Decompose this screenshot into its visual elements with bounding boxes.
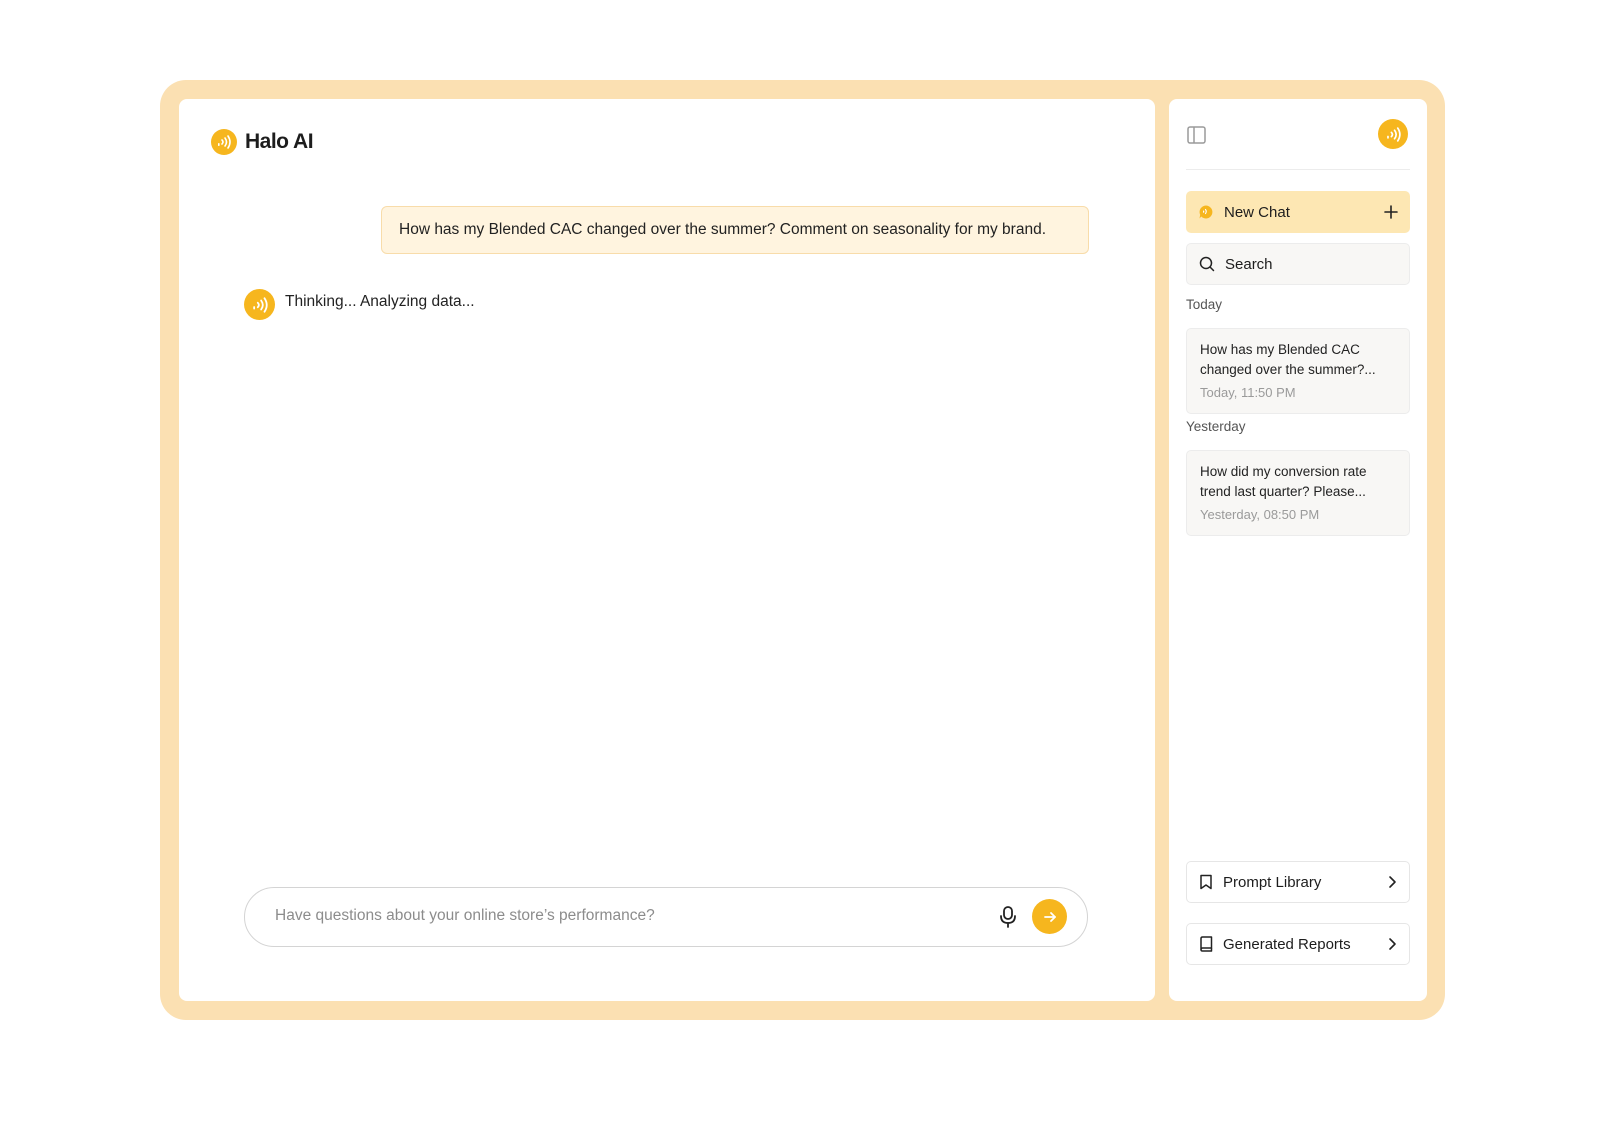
new-chat-label: New Chat bbox=[1224, 203, 1290, 221]
search-label: Search bbox=[1225, 255, 1273, 273]
prompt-library-label: Prompt Library bbox=[1223, 873, 1322, 891]
search-icon bbox=[1199, 256, 1215, 272]
app-logo: Halo AI bbox=[211, 129, 314, 155]
book-icon bbox=[1200, 936, 1213, 952]
microphone-icon[interactable] bbox=[998, 905, 1018, 934]
history-item[interactable]: How did my conversion rate trend last qu… bbox=[1186, 450, 1410, 536]
sidebar-divider bbox=[1186, 169, 1410, 170]
prompt-library-link[interactable]: Prompt Library bbox=[1186, 861, 1410, 903]
history-sidebar: New Chat Search Today How has my Blended… bbox=[1169, 99, 1427, 1001]
sidebar-toggle-icon[interactable] bbox=[1187, 126, 1207, 149]
history-item[interactable]: How has my Blended CAC changed over the … bbox=[1186, 328, 1410, 414]
group-label-yesterday: Yesterday bbox=[1186, 419, 1246, 434]
user-message-bubble: How has my Blended CAC changed over the … bbox=[381, 206, 1089, 254]
ai-avatar-icon bbox=[244, 289, 275, 320]
chat-bubble-icon bbox=[1199, 205, 1213, 219]
chat-input-placeholder: Have questions about your online store’s… bbox=[275, 907, 655, 924]
user-message-text: How has my Blended CAC changed over the … bbox=[399, 221, 1046, 238]
history-item-title: How has my Blended CAC changed over the … bbox=[1200, 342, 1376, 377]
chat-panel: Halo AI How has my Blended CAC changed o… bbox=[179, 99, 1155, 1001]
plus-icon bbox=[1384, 205, 1398, 219]
ai-status-text: Thinking... Analyzing data... bbox=[285, 293, 475, 310]
history-item-time: Yesterday, 08:50 PM bbox=[1200, 507, 1320, 522]
chevron-right-icon bbox=[1389, 876, 1396, 888]
halo-avatar-icon bbox=[1386, 126, 1401, 142]
group-label-today: Today bbox=[1186, 297, 1223, 312]
new-chat-button[interactable]: New Chat bbox=[1186, 191, 1410, 233]
arrow-right-icon bbox=[1043, 911, 1056, 922]
bookmark-icon bbox=[1200, 874, 1212, 890]
search-input[interactable]: Search bbox=[1186, 243, 1410, 285]
ai-response-row: Thinking... Analyzing data... bbox=[244, 289, 475, 320]
history-item-time: Today, 11:50 PM bbox=[1200, 385, 1296, 400]
user-avatar[interactable] bbox=[1378, 119, 1408, 149]
app-name: Halo AI bbox=[245, 130, 314, 153]
halo-logo-icon bbox=[211, 129, 237, 155]
generated-reports-link[interactable]: Generated Reports bbox=[1186, 923, 1410, 965]
chat-input[interactable]: Have questions about your online store’s… bbox=[244, 887, 1088, 947]
chevron-right-icon bbox=[1389, 938, 1396, 950]
history-item-title: How did my conversion rate trend last qu… bbox=[1200, 464, 1367, 499]
send-button[interactable] bbox=[1032, 899, 1067, 934]
generated-reports-label: Generated Reports bbox=[1223, 935, 1351, 953]
